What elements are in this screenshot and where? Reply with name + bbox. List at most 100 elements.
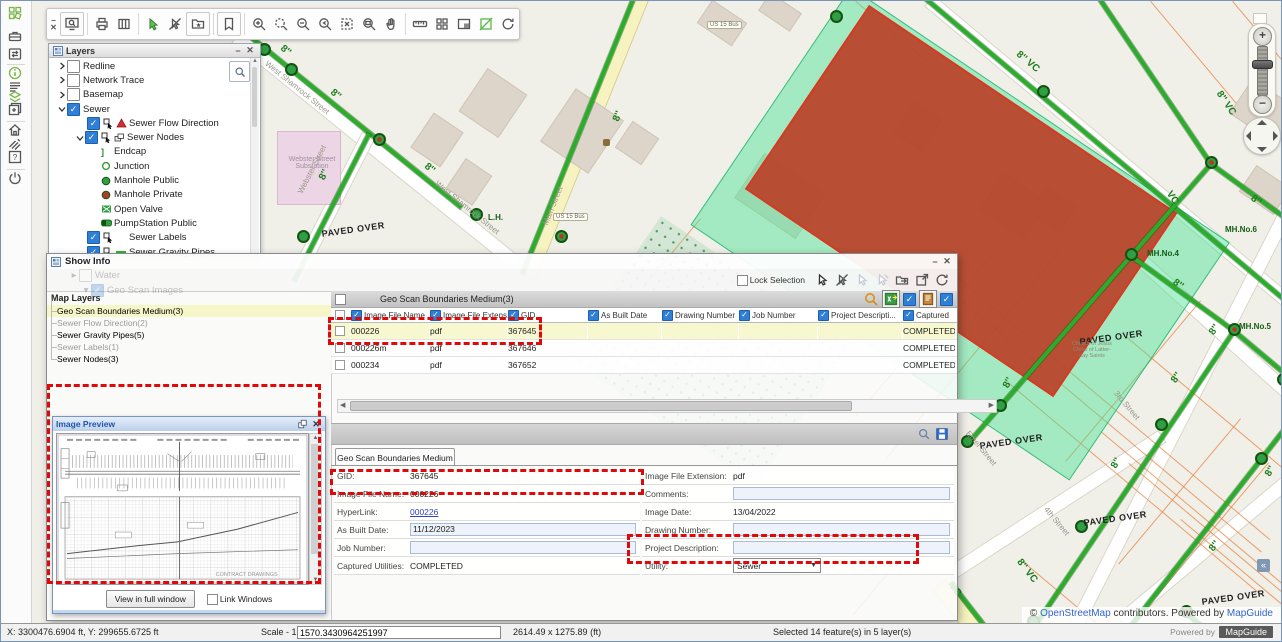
column-checkbox[interactable]: ✓: [903, 310, 914, 321]
layers-search-button[interactable]: [229, 61, 250, 82]
view-full-window-button[interactable]: View in full window: [106, 590, 195, 608]
clear-selection-button[interactable]: [833, 272, 851, 288]
zoom-previous-button[interactable]: [314, 13, 336, 35]
column-header[interactable]: ✓Project Descripti...: [818, 308, 903, 322]
grid-option-checkbox[interactable]: ✓: [940, 293, 953, 306]
layers-scrollbar[interactable]: ▲: [250, 58, 259, 254]
layers-minimize-button[interactable]: −: [232, 46, 244, 56]
attribution-collapse-button[interactable]: «: [1257, 559, 1270, 572]
toolbar-window-buttons[interactable]: −✕: [47, 17, 60, 31]
zoom-in-button[interactable]: +: [1253, 27, 1272, 46]
scale-input[interactable]: [297, 626, 501, 639]
expander-icon[interactable]: [57, 91, 67, 99]
grid-horizontal-scrollbar[interactable]: ◀▶: [337, 399, 997, 413]
layer-tree-item[interactable]: Redline: [49, 59, 250, 73]
open-new-window-button[interactable]: [913, 272, 931, 288]
sidebar-apps-grid-button[interactable]: [7, 5, 25, 23]
map-layer-item[interactable]: Sewer Gravity Pipes(5): [47, 329, 331, 341]
column-checkbox[interactable]: ✓: [818, 310, 829, 321]
grid-row[interactable]: 000234pdf367652COMPLETED: [331, 357, 957, 374]
sidebar-copy-add-button[interactable]: [7, 101, 25, 119]
map-book-button[interactable]: [113, 13, 135, 35]
map-layer-item[interactable]: Geo Scan Boundaries Medium(3): [47, 305, 331, 317]
column-checkbox[interactable]: ✓: [739, 310, 750, 321]
zoom-in-button[interactable]: [248, 13, 270, 35]
layer-tree-item[interactable]: ]Endcap: [49, 145, 250, 159]
dialog-minimize-button[interactable]: −: [929, 257, 941, 267]
bookmark-button[interactable]: [217, 12, 241, 36]
report-button[interactable]: [919, 290, 937, 308]
layer-tree-item[interactable]: PumpStation Public: [49, 216, 250, 230]
map-layer-item[interactable]: Sewer Labels(1): [47, 341, 331, 353]
pan-up-arrow[interactable]: [1257, 120, 1267, 125]
refresh-button[interactable]: [933, 272, 951, 288]
clear-selection-button[interactable]: [164, 13, 186, 35]
zoom-handle[interactable]: [1252, 60, 1273, 69]
overview-map-button[interactable]: [453, 13, 475, 35]
search-button[interactable]: [863, 291, 879, 307]
zoom-selection-button[interactable]: [358, 13, 380, 35]
detail-tab[interactable]: Geo Scan Boundaries Medium: [335, 448, 455, 466]
column-checkbox[interactable]: ✓: [662, 310, 673, 321]
field-input[interactable]: [410, 541, 636, 554]
pan-down-arrow[interactable]: [1257, 147, 1267, 152]
osm-link[interactable]: OpenStreetMap: [1040, 608, 1111, 619]
measure-button[interactable]: [409, 13, 431, 35]
column-header[interactable]: ✓Drawing Number: [662, 308, 739, 322]
row-checkbox[interactable]: [335, 360, 345, 370]
layer-tree-item[interactable]: ✓Sewer Nodes: [49, 130, 250, 144]
layer-checkbox[interactable]: [67, 74, 80, 87]
print-button[interactable]: [91, 13, 113, 35]
pan-button[interactable]: [380, 13, 402, 35]
layers-panel-titlebar[interactable]: Layers − ✕: [49, 44, 260, 58]
sidebar-swap-panels-button[interactable]: [7, 46, 25, 64]
sidebar-toolbox-button[interactable]: [7, 28, 25, 46]
pan-right-arrow[interactable]: [1273, 131, 1278, 141]
sidebar-help-button[interactable]: ?: [7, 149, 25, 167]
grid-option-checkbox[interactable]: ✓: [903, 293, 916, 306]
column-header[interactable]: ✓Job Number: [739, 308, 818, 322]
layer-checkbox[interactable]: [67, 60, 80, 73]
export-image-button[interactable]: [882, 290, 900, 308]
screen-magnifier-button[interactable]: [60, 12, 84, 36]
map-pan-compass[interactable]: [1243, 117, 1281, 155]
zoom-rectangle-button[interactable]: [270, 13, 292, 35]
layer-tree-item[interactable]: Manhole Private: [49, 188, 250, 202]
map-layer-item[interactable]: Sewer Flow Direction(2): [47, 317, 331, 329]
tile-grid-button[interactable]: [431, 13, 453, 35]
select-arrow-dark-button[interactable]: [813, 272, 831, 288]
expander-icon[interactable]: [57, 76, 67, 84]
expander-icon[interactable]: [57, 62, 67, 70]
zoom-out-button[interactable]: [292, 13, 314, 35]
folder-star-button[interactable]: [186, 12, 210, 36]
layers-close-button[interactable]: ✕: [244, 45, 256, 56]
sidebar-power-button[interactable]: [7, 170, 25, 188]
layer-checkbox[interactable]: ✓: [85, 131, 98, 144]
layer-checkbox[interactable]: [67, 88, 80, 101]
zoom-extents-button[interactable]: [336, 13, 358, 35]
layer-tree-item[interactable]: Open Valve: [49, 202, 250, 216]
layer-checkbox[interactable]: ✓: [87, 117, 100, 130]
layer-tree-item[interactable]: ✓Sewer Labels: [49, 231, 250, 245]
column-header[interactable]: ✓As Built Date: [588, 308, 662, 322]
zoom-out-button[interactable]: −: [1253, 95, 1272, 114]
field-input[interactable]: 11/12/2023: [410, 523, 636, 536]
export-folder-button[interactable]: [893, 272, 911, 288]
pan-left-arrow[interactable]: [1246, 131, 1251, 141]
map-layer-item[interactable]: Sewer Nodes(3): [47, 353, 331, 365]
hyperlink-value[interactable]: 000226: [410, 507, 438, 517]
layer-tree-item[interactable]: Basemap: [49, 88, 250, 102]
select-faded-button[interactable]: [853, 272, 871, 288]
layer-checkbox[interactable]: ✓: [67, 103, 80, 116]
select-arrow-button[interactable]: [142, 13, 164, 35]
expander-icon[interactable]: [75, 134, 85, 142]
column-header[interactable]: ✓Captured: [903, 308, 956, 322]
show-info-titlebar[interactable]: Show Info − ✕: [47, 254, 957, 269]
map-zoom-slider[interactable]: + −: [1248, 23, 1276, 117]
redline-toggle-button[interactable]: [475, 13, 497, 35]
expander-icon[interactable]: [57, 105, 67, 113]
toolbar-close-icon[interactable]: ✕: [50, 24, 57, 31]
dialog-close-button[interactable]: ✕: [941, 256, 953, 267]
layer-tree-item[interactable]: Network Trace: [49, 73, 250, 87]
layer-tree-item[interactable]: ✓Sewer Flow Direction: [49, 116, 250, 130]
